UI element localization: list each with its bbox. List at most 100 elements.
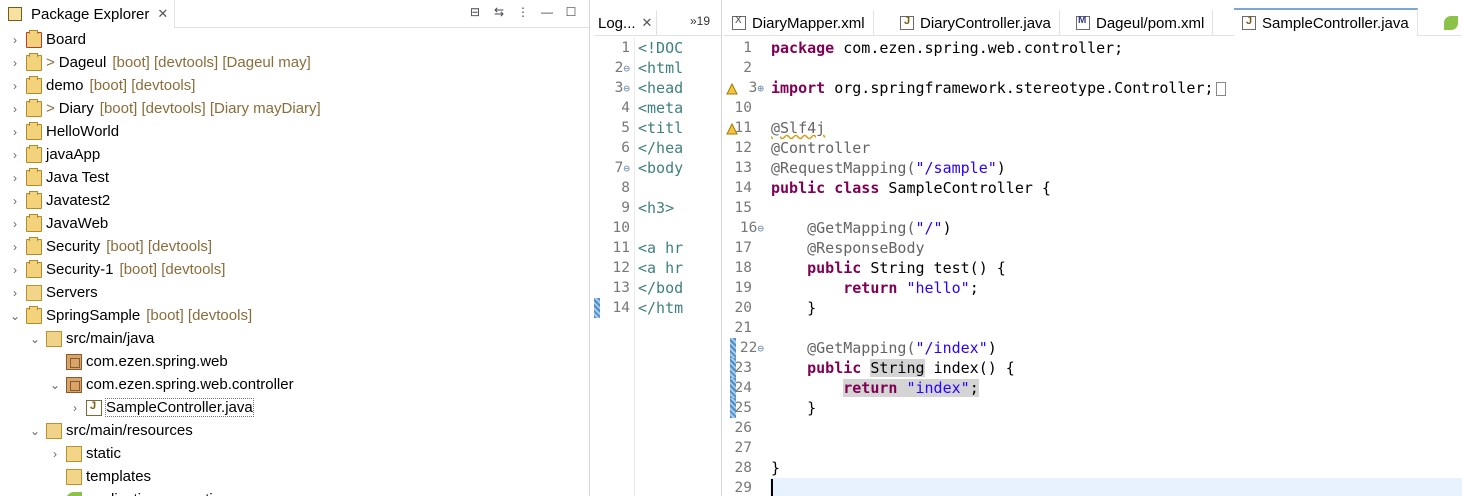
chevron-down-icon[interactable]: ⌄ xyxy=(28,332,42,346)
chevron-right-icon[interactable]: › xyxy=(8,217,22,231)
chevron-right-icon[interactable]: › xyxy=(8,56,22,70)
warning-icon[interactable] xyxy=(726,82,738,95)
line-number: 19 xyxy=(724,278,764,298)
line-number: 7⊖ xyxy=(614,160,630,176)
chevron-down-icon[interactable]: ⌄ xyxy=(28,424,42,438)
chevron-right-icon[interactable]: › xyxy=(8,194,22,208)
java-file-icon xyxy=(1242,15,1256,30)
tree-item[interactable]: › Javatest2 xyxy=(0,189,110,212)
line-number-text: 1 xyxy=(743,40,752,56)
tree-item[interactable]: › Security-1 [boot] [devtools] xyxy=(0,258,225,281)
project-icon xyxy=(26,167,42,186)
collapse-all-icon[interactable]: ⊟ xyxy=(467,4,483,20)
tab-overflow-button[interactable]: »19 xyxy=(690,14,710,28)
chevron-right-icon[interactable]: › xyxy=(8,33,22,47)
spring-leaf-icon xyxy=(1444,16,1458,30)
tree-item-label: SampleController.java xyxy=(104,398,257,420)
code-token: public xyxy=(771,179,826,197)
tree-item[interactable]: com.ezen.spring.web xyxy=(0,350,228,373)
tree-item[interactable]: › HelloWorld xyxy=(0,120,119,143)
tree-item[interactable]: ⌄ SpringSample [boot] [devtools] xyxy=(0,304,252,327)
tree-item[interactable]: ⌄ com.ezen.spring.web.controller xyxy=(0,373,294,396)
code-area[interactable]: package com.ezen.spring.web.controller; i… xyxy=(771,38,1226,496)
chevron-right-icon[interactable]: › xyxy=(8,286,22,300)
chevron-right-icon[interactable]: › xyxy=(8,79,22,93)
chevron-right-icon[interactable]: › xyxy=(48,447,62,461)
tab-log[interactable]: Log... ✕ xyxy=(594,10,658,36)
tree-item-label: com.ezen.spring.web.controller xyxy=(86,376,294,393)
code-line: </htm xyxy=(638,299,684,317)
chevron-right-icon[interactable]: › xyxy=(8,240,22,254)
code-line: <!DOC xyxy=(638,39,684,57)
fold-toggle-icon[interactable]: ⊖ xyxy=(757,222,764,235)
line-number-gutter: 1 2⊖ 3⊖ 4 5 6 7⊖ 8 9 10 11 12 13 14 xyxy=(594,38,630,318)
tree-item[interactable]: › Board xyxy=(0,28,86,51)
line-number-text: 13 xyxy=(734,160,752,176)
chevron-right-icon[interactable]: › xyxy=(68,401,82,415)
chevron-right-icon[interactable]: › xyxy=(8,102,22,116)
fold-toggle-icon[interactable]: ⊕ xyxy=(757,82,764,95)
tree-item[interactable]: › javaApp xyxy=(0,143,100,166)
package-explorer-view: Package Explorer ✕ ⊟ ⇆ ⋮ — ☐ › Board › > Dag… xyxy=(0,0,590,496)
project-icon xyxy=(26,98,42,117)
code-token: @GetMapping( xyxy=(771,339,916,357)
warning-icon[interactable] xyxy=(726,122,738,135)
tree-item[interactable]: › Java Test xyxy=(0,166,109,189)
tree-item[interactable]: › SampleController.java xyxy=(0,396,257,420)
properties-file-icon xyxy=(66,491,82,496)
tree-item[interactable]: ⌄ src/main/resources xyxy=(0,419,193,442)
maximize-icon[interactable]: ☐ xyxy=(563,4,579,20)
line-number-text: 24 xyxy=(734,380,752,396)
chevron-down-icon[interactable]: ⌄ xyxy=(48,378,62,392)
tab-package-explorer[interactable]: Package Explorer ✕ xyxy=(0,0,176,28)
editor-tab[interactable]: SampleController.java xyxy=(1234,8,1418,36)
chevron-down-icon[interactable]: ⌄ xyxy=(8,309,22,323)
tree-item[interactable]: › JavaWeb xyxy=(0,212,108,235)
tree-item[interactable]: › static xyxy=(0,442,121,465)
chevron-right-icon[interactable]: › xyxy=(8,125,22,139)
change-marker xyxy=(594,298,600,318)
package-icon xyxy=(66,353,82,370)
fold-toggle-icon[interactable]: ⊖ xyxy=(757,342,764,355)
chevron-right-icon[interactable]: › xyxy=(8,148,22,162)
code-line: import org.springframework.stereotype.Co… xyxy=(771,78,1226,98)
tree-item[interactable]: ⌄ src/main/java xyxy=(0,327,154,350)
tree-item[interactable]: templates xyxy=(0,465,151,488)
tree-item-label: Dageul xyxy=(58,54,107,71)
close-icon[interactable]: ✕ xyxy=(157,6,168,22)
chevron-right-icon[interactable]: › xyxy=(8,171,22,185)
code-line: </hea xyxy=(638,139,684,157)
fold-toggle-icon[interactable]: ⊖ xyxy=(623,82,630,95)
line-number: 12 xyxy=(724,138,764,158)
link-with-editor-icon[interactable]: ⇆ xyxy=(491,4,507,20)
folded-import-indicator[interactable] xyxy=(1215,81,1226,96)
line-number-text: 16 xyxy=(739,220,758,236)
line-number-text: 28 xyxy=(734,460,752,476)
line-number: 15 xyxy=(724,198,764,218)
tree-item[interactable]: › Servers xyxy=(0,281,98,304)
close-icon[interactable]: ✕ xyxy=(642,15,653,31)
tree-item[interactable]: application.properties xyxy=(0,488,229,496)
editor-tab-label: DiaryController.java xyxy=(920,14,1051,32)
fold-toggle-icon[interactable]: ⊖ xyxy=(623,62,630,75)
java-file-icon xyxy=(900,15,914,30)
editor-tab[interactable]: a xyxy=(1436,10,1462,36)
tree-item[interactable]: › Security [boot] [devtools] xyxy=(0,235,212,258)
tree-item[interactable]: › demo [boot] [devtools] xyxy=(0,74,195,97)
editor-tab[interactable]: Dageul/pom.xml xyxy=(1068,10,1214,36)
tree-item[interactable]: › > Diary [boot] [devtools] [Diary mayDiary… xyxy=(0,97,321,120)
fold-toggle-icon[interactable]: ⊖ xyxy=(623,162,630,175)
tree-item-label: com.ezen.spring.web xyxy=(86,353,228,370)
tree-item[interactable]: › > Dageul [boot] [devtools] [Dageul may] xyxy=(0,51,311,74)
tab-package-explorer-label: Package Explorer xyxy=(31,5,150,23)
editor-tab[interactable]: DiaryMapper.xml xyxy=(724,10,874,36)
folder-icon xyxy=(66,468,82,485)
editor-tab[interactable]: DiaryController.java xyxy=(892,10,1060,36)
chevron-right-icon[interactable]: › xyxy=(8,263,22,277)
code-token: class xyxy=(834,179,880,197)
minimize-icon[interactable]: — xyxy=(539,4,555,20)
view-menu-icon[interactable]: ⋮ xyxy=(515,4,531,20)
code-area[interactable]: <!DOC <html <head <meta <titl </hea <body <h3> <… xyxy=(638,38,683,318)
